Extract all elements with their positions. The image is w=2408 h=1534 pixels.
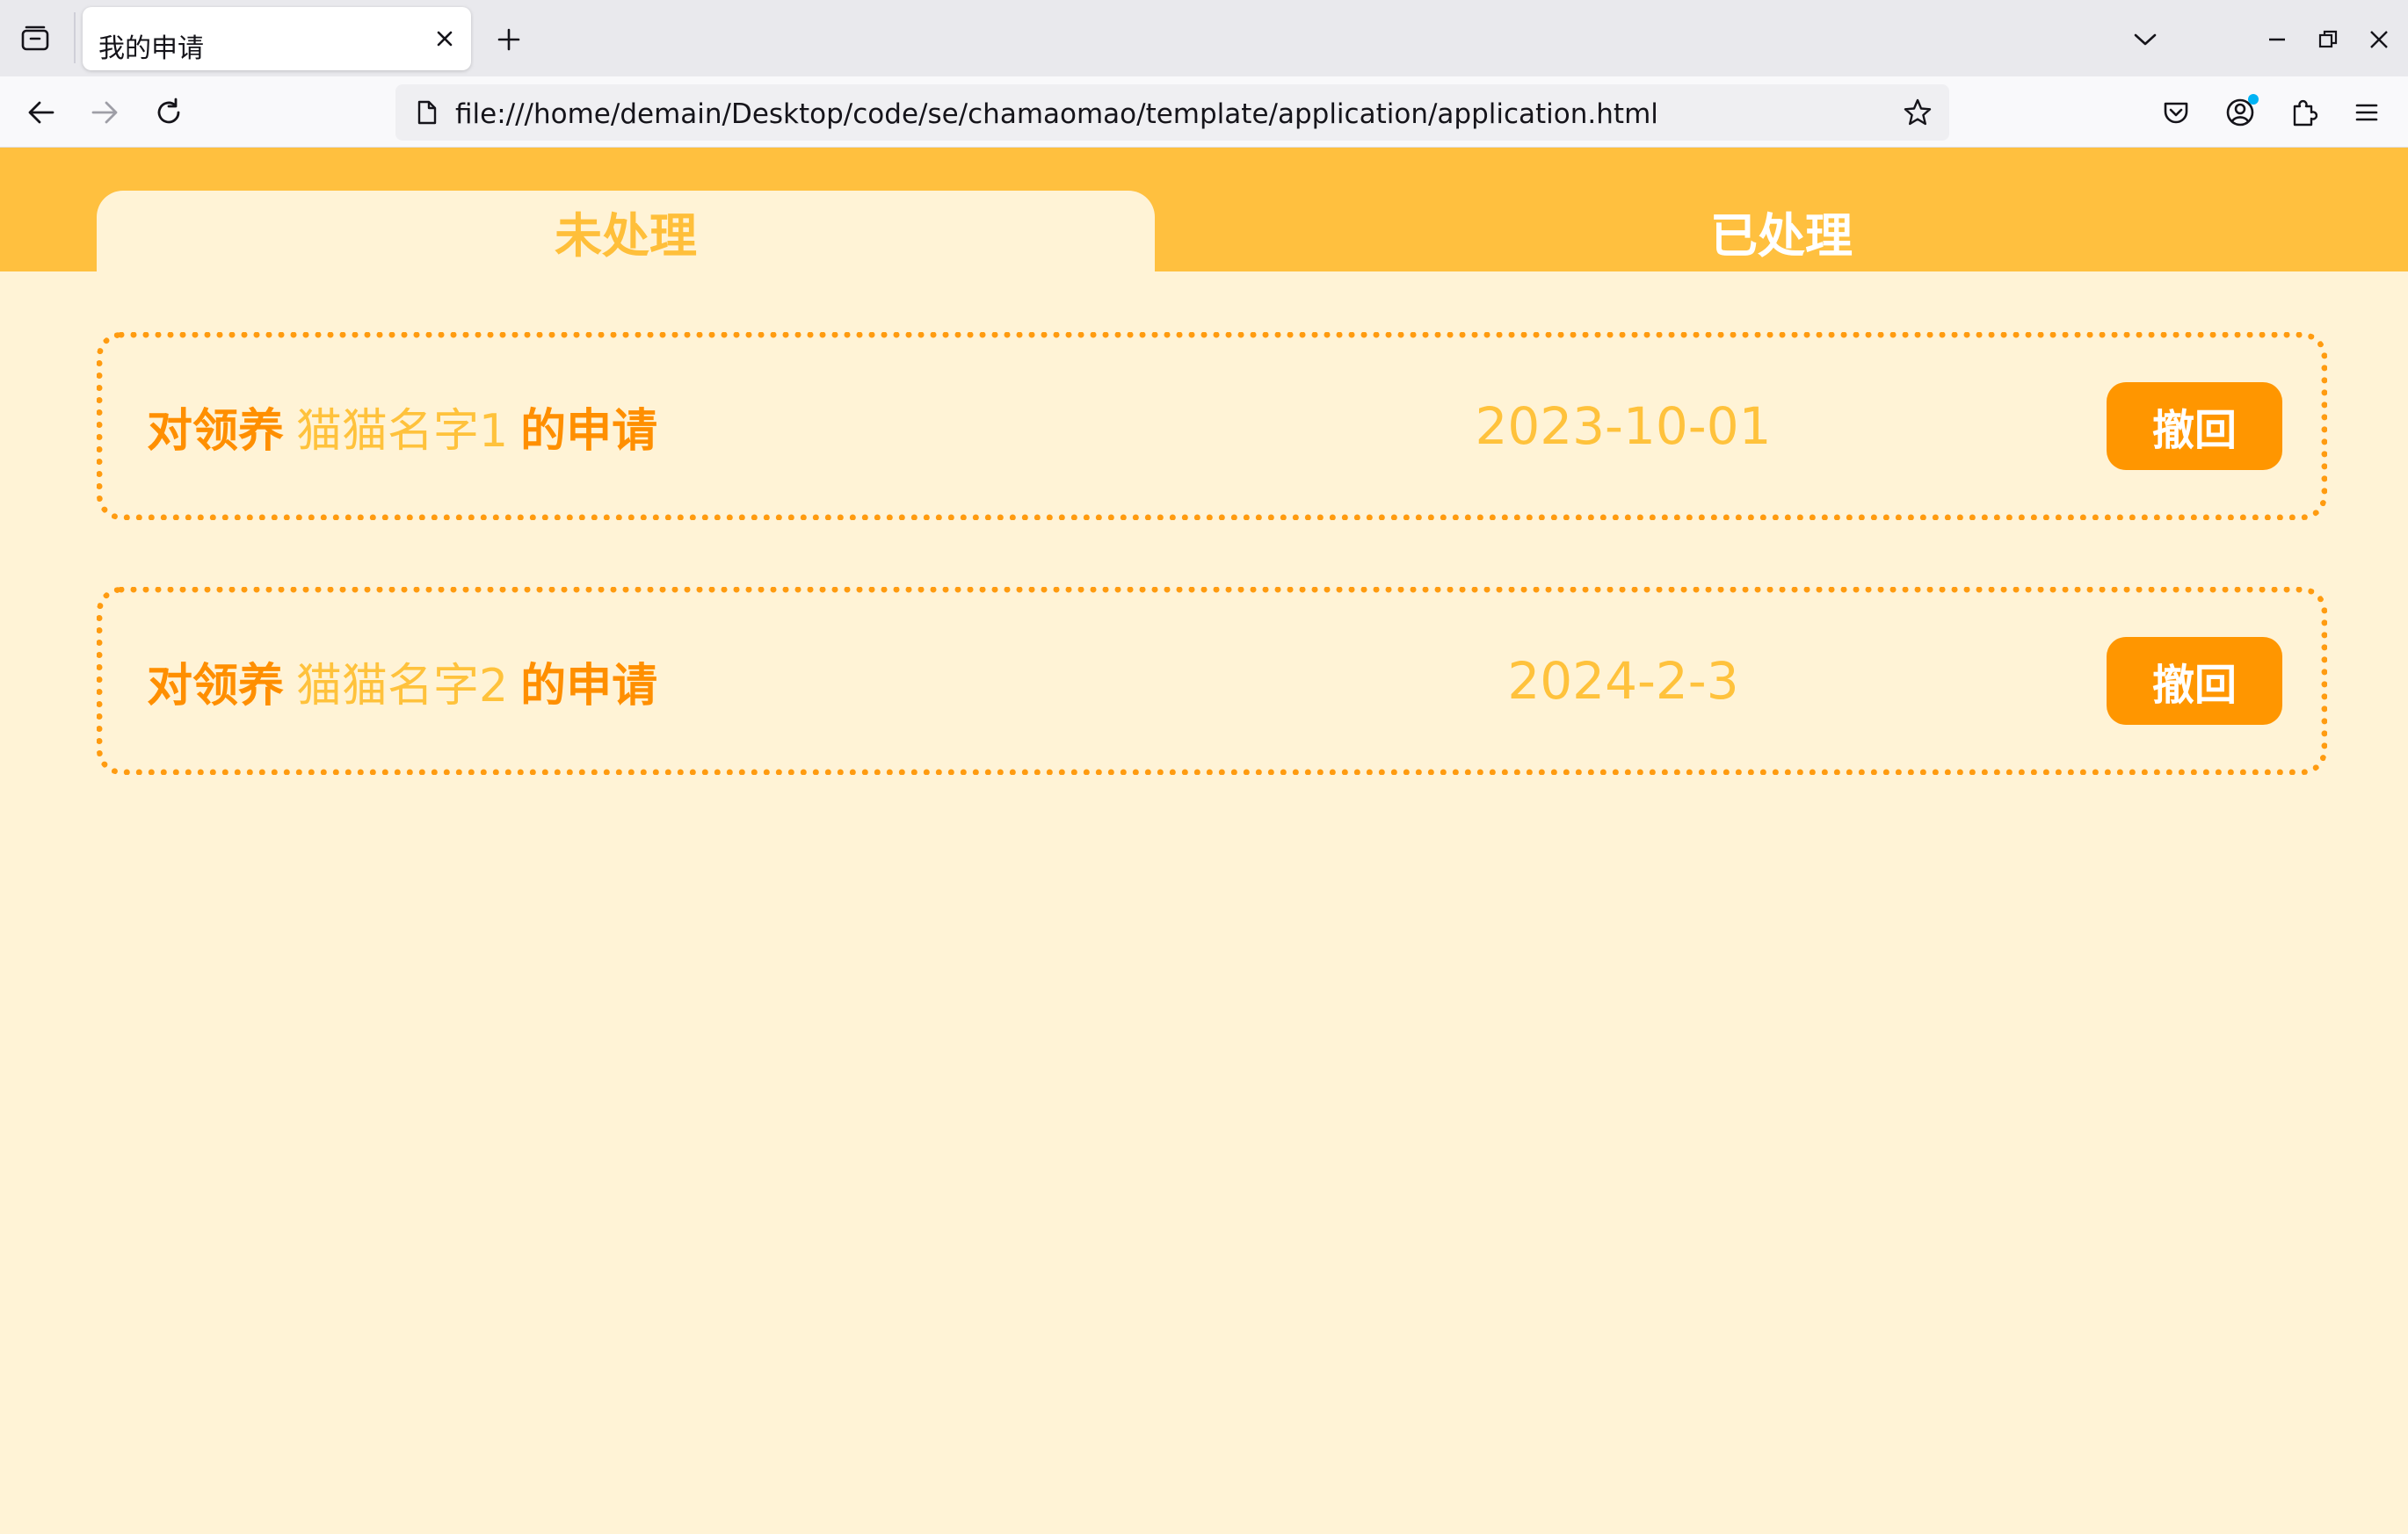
pocket-icon[interactable] xyxy=(2154,90,2198,134)
application-suffix: 的申请 xyxy=(520,659,658,713)
arrow-left-icon[interactable] xyxy=(19,90,63,134)
account-icon[interactable] xyxy=(2218,90,2262,134)
withdraw-button[interactable]: 撤回 xyxy=(2107,382,2282,470)
application-date: 2024-2-3 xyxy=(1507,651,1739,711)
application-card: 对领养 猫猫名字2 的申请 2024-2-3 撤回 xyxy=(97,587,2327,775)
status-tab-header: 未处理 已处理 xyxy=(0,148,2408,271)
application-title: 对领养 猫猫名字1 的申请 xyxy=(147,338,657,514)
tab-title: 我的申请 xyxy=(98,33,204,64)
close-icon[interactable] xyxy=(431,25,459,53)
close-window-icon[interactable] xyxy=(2359,19,2399,60)
navigation-toolbar: file:///home/demain/Desktop/code/se/cham… xyxy=(0,76,2408,148)
minimize-icon[interactable] xyxy=(2257,19,2297,60)
withdraw-button[interactable]: 撤回 xyxy=(2107,637,2282,725)
puzzle-icon[interactable] xyxy=(2281,90,2325,134)
tab-separator xyxy=(74,12,76,63)
tab-overview-icon[interactable] xyxy=(12,18,58,60)
restore-icon[interactable] xyxy=(2308,19,2348,60)
tab-processed[interactable]: 已处理 xyxy=(1155,191,2408,271)
cat-name: 猫猫名字2 xyxy=(296,659,509,713)
star-icon[interactable] xyxy=(1900,95,1935,130)
application-prefix: 对领养 xyxy=(147,659,285,713)
chevron-down-icon[interactable] xyxy=(2125,19,2165,60)
hamburger-icon[interactable] xyxy=(2345,90,2389,134)
url-bar[interactable]: file:///home/demain/Desktop/code/se/cham… xyxy=(395,84,1949,141)
page-content: 未处理 已处理 对领养 猫猫名字1 的申请 2023-10-01 撤回 对领养 … xyxy=(0,148,2408,1534)
application-date: 2023-10-01 xyxy=(1475,396,1772,456)
application-title: 对领养 猫猫名字2 的申请 xyxy=(147,593,657,769)
tab-unprocessed[interactable]: 未处理 xyxy=(97,191,1155,271)
application-prefix: 对领养 xyxy=(147,404,285,458)
plus-icon[interactable] xyxy=(489,19,529,60)
url-text[interactable]: file:///home/demain/Desktop/code/se/cham… xyxy=(455,98,1658,130)
page-icon xyxy=(411,97,443,128)
arrow-right-icon[interactable] xyxy=(83,90,127,134)
application-suffix: 的申请 xyxy=(520,404,658,458)
notification-dot xyxy=(2248,94,2259,105)
cat-name: 猫猫名字1 xyxy=(296,404,509,458)
browser-tab-bar: 我的申请 xyxy=(0,0,2408,76)
browser-tab[interactable]: 我的申请 xyxy=(83,7,471,70)
application-card: 对领养 猫猫名字1 的申请 2023-10-01 撤回 xyxy=(97,332,2327,520)
reload-icon[interactable] xyxy=(147,90,191,134)
